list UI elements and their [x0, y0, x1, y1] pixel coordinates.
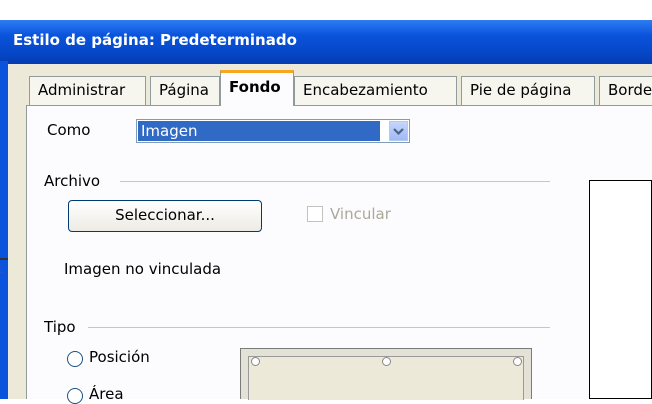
vincular-label: Vincular: [330, 205, 391, 223]
position-selector[interactable]: [240, 348, 532, 400]
background-link-fragment[interactable]: t: [0, 262, 3, 277]
tab-fondo[interactable]: Fondo: [220, 70, 294, 106]
link-status-text: Imagen no vinculada: [64, 260, 222, 278]
background-window-edge: [0, 61, 8, 399]
background-divider: [0, 258, 8, 260]
position-top-left[interactable]: [251, 357, 260, 366]
radio-area-label: Área: [89, 385, 124, 403]
archivo-legend: Archivo: [44, 172, 101, 190]
position-top-right[interactable]: [513, 357, 522, 366]
background-preview: [589, 180, 652, 399]
tab-borde[interactable]: Borde: [599, 76, 652, 105]
position-top-center[interactable]: [382, 357, 391, 366]
como-label: Como: [47, 121, 91, 139]
select-file-button[interactable]: Seleccionar...: [68, 200, 262, 232]
tab-pagina[interactable]: Página: [150, 76, 220, 105]
como-select[interactable]: Imagen: [136, 119, 410, 143]
tipo-legend: Tipo: [44, 318, 76, 336]
window-title: Estilo de página: Predeterminado: [13, 31, 297, 49]
radio-area[interactable]: [67, 388, 83, 404]
archivo-divider: [120, 181, 550, 182]
como-selected-value: Imagen: [138, 121, 380, 141]
tab-administrar[interactable]: Administrar: [29, 76, 146, 105]
radio-posicion[interactable]: [67, 351, 83, 367]
tab-encabezamiento[interactable]: Encabezamiento: [294, 76, 457, 105]
tipo-divider: [88, 327, 550, 328]
chevron-down-icon[interactable]: [389, 121, 408, 141]
tab-pie-de-pagina[interactable]: Pie de página: [461, 76, 595, 105]
vincular-checkbox[interactable]: [307, 206, 323, 222]
radio-posicion-label: Posición: [89, 348, 150, 366]
